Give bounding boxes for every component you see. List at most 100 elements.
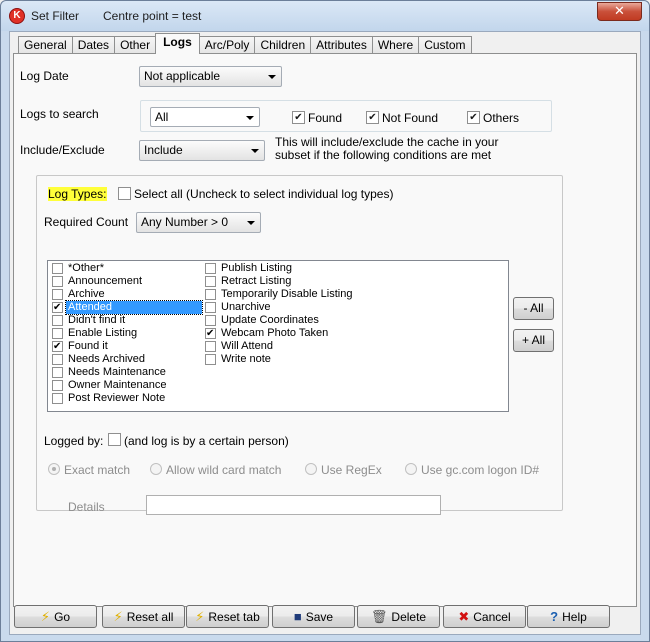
reset-all-button[interactable]: ⚡ Reset all <box>102 605 185 628</box>
tab-dates[interactable]: Dates <box>71 36 116 54</box>
delete-button[interactable]: 🗑 Delete <box>357 605 440 628</box>
log-type-label: Announcement <box>68 275 142 287</box>
chevron-down-icon <box>247 221 255 225</box>
log-type-checkbox[interactable] <box>205 302 216 313</box>
reset-tab-label: Reset tab <box>208 610 260 624</box>
log-type-label: Update Coordinates <box>221 314 319 326</box>
log-type-checkbox[interactable] <box>52 263 63 274</box>
window-title: Set Filter <box>31 9 80 23</box>
floppy-disk-icon: ■ <box>293 609 302 624</box>
log-type-checkbox[interactable] <box>205 341 216 352</box>
required-count-select[interactable]: Any Number > 0 <box>136 212 261 233</box>
chevron-down-icon <box>268 75 276 79</box>
lightning-icon: ⚡ <box>40 609 51 624</box>
log-type-label: Needs Maintenance <box>68 366 166 378</box>
log-type-label: Publish Listing <box>221 262 292 274</box>
log-types-label: Log Types: <box>48 187 107 201</box>
required-count-value: Any Number > 0 <box>141 215 229 229</box>
help-question-icon: ? <box>550 609 559 624</box>
log-type-checkbox[interactable] <box>205 327 216 340</box>
help-button[interactable]: ? Help <box>527 605 610 628</box>
log-type-checkbox[interactable] <box>52 301 63 314</box>
others-checkbox[interactable] <box>467 111 480 124</box>
logon-id-label: Use gc.com logon ID# <box>421 463 540 477</box>
include-exclude-help: This will include/exclude the cache in y… <box>275 135 499 162</box>
found-checkbox[interactable] <box>292 111 305 124</box>
found-label: Found <box>308 111 343 125</box>
select-all-checkbox[interactable] <box>118 187 131 200</box>
exact-match-label: Exact match <box>64 463 131 477</box>
log-date-select[interactable]: Not applicable <box>139 66 282 87</box>
lightning-icon: ⚡ <box>195 609 205 624</box>
remove-all-button[interactable]: - All <box>513 297 554 320</box>
logged-by-checkbox[interactable] <box>108 433 121 446</box>
log-type-checkbox[interactable] <box>52 315 63 326</box>
log-type-checkbox[interactable] <box>52 276 63 287</box>
log-type-label: Will Attend <box>221 340 273 352</box>
tab-where[interactable]: Where <box>371 36 420 54</box>
log-type-checkbox[interactable] <box>52 380 63 391</box>
app-logo-icon: K <box>9 8 25 24</box>
reset-all-label: Reset all <box>126 610 174 624</box>
chevron-down-icon <box>251 149 259 153</box>
log-type-checkbox[interactable] <box>205 289 216 300</box>
add-all-button[interactable]: + All <box>513 329 554 352</box>
include-exclude-select[interactable]: Include <box>139 140 265 161</box>
cancel-button[interactable]: ✖ Cancel <box>443 605 526 628</box>
dialog-client: General Dates Other Logs Arc/Poly Children Att… <box>9 31 641 635</box>
go-button[interactable]: ⚡ Go <box>14 605 97 628</box>
tab-other[interactable]: Other <box>114 36 157 54</box>
log-type-label: Needs Archived <box>68 353 146 365</box>
log-type-checkbox[interactable] <box>52 328 63 339</box>
tab-logs[interactable]: Logs <box>155 33 200 54</box>
log-type-checkbox[interactable] <box>205 315 216 326</box>
tab-children[interactable]: Children <box>254 36 312 54</box>
not-found-checkbox[interactable] <box>366 111 379 124</box>
window-subtitle: Centre point = test <box>103 9 202 23</box>
log-type-label: Webcam Photo Taken <box>221 327 329 339</box>
log-type-label: Owner Maintenance <box>68 379 167 391</box>
tab-attributes[interactable]: Attributes <box>310 36 373 54</box>
include-exclude-label: Include/Exclude <box>20 143 105 157</box>
log-type-label: *Other* <box>68 262 105 274</box>
log-type-label: Enable Listing <box>68 327 138 339</box>
log-type-checkbox[interactable] <box>52 340 63 353</box>
lightning-icon: ⚡ <box>113 609 123 624</box>
log-type-label: Post Reviewer Note <box>68 392 166 404</box>
log-type-checkbox[interactable] <box>52 393 63 404</box>
title-bar: K Set Filter Centre point = test ✕ <box>1 1 649 31</box>
delete-label: Delete <box>391 610 427 624</box>
log-type-label: Unarchive <box>221 301 271 313</box>
include-exclude-value: Include <box>144 143 183 157</box>
log-types-list[interactable]: *Other*AnnouncementArchiveAttendedDidn't… <box>47 260 509 412</box>
tab-custom[interactable]: Custom <box>418 36 472 54</box>
select-all-label: Select all (Uncheck to select individual… <box>134 187 394 201</box>
log-type-checkbox[interactable] <box>52 367 63 378</box>
log-type-checkbox[interactable] <box>205 276 216 287</box>
log-type-checkbox[interactable] <box>52 289 63 300</box>
tab-arc-poly[interactable]: Arc/Poly <box>198 36 256 54</box>
details-input[interactable] <box>146 495 441 515</box>
tab-general[interactable]: General <box>18 36 73 54</box>
others-label: Others <box>483 111 520 125</box>
log-date-label: Log Date <box>20 69 69 83</box>
save-label: Save <box>305 610 334 624</box>
logs-tab-panel: Log Date Not applicable Logs to search A… <box>13 53 637 607</box>
log-type-label: Retract Listing <box>221 275 292 287</box>
log-type-label: Didn't find it <box>68 314 126 326</box>
exact-match-radio[interactable] <box>48 463 60 475</box>
logon-id-radio[interactable] <box>405 463 417 475</box>
help-label: Help <box>562 610 587 624</box>
save-button[interactable]: ■ Save <box>272 605 355 628</box>
logs-to-search-label: Logs to search <box>20 107 99 121</box>
logged-by-label: Logged by: <box>44 434 104 448</box>
wildcard-match-radio[interactable] <box>150 463 162 475</box>
log-date-value: Not applicable <box>144 69 221 83</box>
close-button[interactable]: ✕ <box>597 2 642 21</box>
log-type-checkbox[interactable] <box>205 263 216 274</box>
log-type-checkbox[interactable] <box>52 354 63 365</box>
logs-to-search-select[interactable]: All <box>150 107 260 127</box>
reset-tab-button[interactable]: ⚡ Reset tab <box>186 605 269 628</box>
use-regex-radio[interactable] <box>305 463 317 475</box>
log-type-checkbox[interactable] <box>205 354 216 365</box>
